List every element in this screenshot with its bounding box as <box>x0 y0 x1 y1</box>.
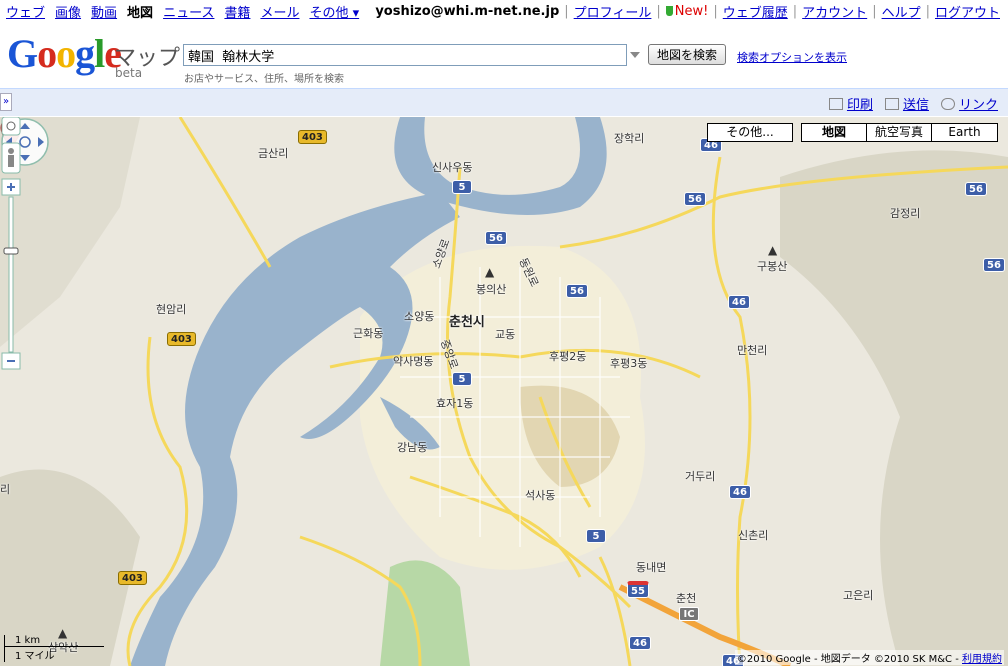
place-label: 후평2동 <box>549 350 587 363</box>
interchange-shield: IC <box>679 607 699 621</box>
place-label: 효자1동 <box>436 397 474 410</box>
route-shield: 5 <box>452 372 472 386</box>
nav-link-maps[interactable]: 地図 <box>127 2 153 21</box>
place-label: 구봉산 <box>757 260 788 273</box>
account-links: yoshizo@whi.m-net.ne.jp | プロフィール | New! … <box>375 2 1000 21</box>
route-shield: 56 <box>983 258 1005 272</box>
nav-link-news[interactable]: ニュース <box>163 2 214 21</box>
nav-link-web[interactable]: ウェブ <box>6 2 45 21</box>
send-button[interactable]: 送信 <box>884 94 929 113</box>
route-shield: 46 <box>728 295 750 309</box>
print-button[interactable]: 印刷 <box>828 94 873 113</box>
top-navigation: ウェブ 画像 動画 地図 ニュース 書籍 メール その他 ▾ yoshizo@w… <box>0 0 1008 22</box>
maps-header: Google マップ beta 地図を検索 検索オプションを表示 お店やサービス… <box>0 22 1008 88</box>
route-shield: 403 <box>167 332 196 346</box>
printer-icon <box>828 98 843 110</box>
route-shield: 5 <box>586 529 606 543</box>
search-hint: お店やサービス、住所、場所を検索 <box>184 74 344 85</box>
nav-link-books[interactable]: 書籍 <box>224 2 250 21</box>
profile-link[interactable]: プロフィール <box>574 2 652 21</box>
labs-flask-icon <box>665 6 673 16</box>
user-email: yoshizo@whi.m-net.ne.jp <box>375 4 560 19</box>
place-label: 소양동 <box>404 310 435 323</box>
route-shield: 5 <box>452 180 472 194</box>
route-shield: 403 <box>118 571 147 585</box>
place-label: 동내면 <box>636 561 667 574</box>
place-label: 약사명동 <box>393 355 434 368</box>
search-maps-button[interactable]: 地図を検索 <box>648 44 726 65</box>
place-label: 근화동 <box>353 327 384 340</box>
mountain-icon: ▲ <box>485 265 495 279</box>
place-label: 거두리 <box>685 470 716 483</box>
envelope-icon <box>884 98 899 110</box>
city-label: 춘천시 <box>449 315 485 330</box>
route-shield: 46 <box>629 636 651 650</box>
route-shield: 46 <box>729 485 751 499</box>
place-label: 교동 <box>495 328 516 341</box>
zoom-slider-handle <box>3 247 19 255</box>
product-links: ウェブ 画像 動画 地図 ニュース 書籍 メール その他 ▾ <box>6 2 359 21</box>
map-canvas[interactable]: 금산리 신사우동 장학리 감정리 구봉산 봉의산 현암리 소양동 춘천시 근화동… <box>0 117 1008 666</box>
place-label: 강남동 <box>397 441 428 454</box>
place-label: 리 <box>0 483 11 496</box>
google-logo[interactable]: Google <box>7 34 122 74</box>
labs-new-link[interactable]: New! <box>665 4 708 19</box>
place-label: 춘천 <box>676 592 697 605</box>
place-label: 신사우동 <box>432 161 473 174</box>
pegman-icon <box>8 148 14 154</box>
search-input[interactable] <box>183 44 627 66</box>
copyright: ©2010 Google - 地図データ ©2010 SK M&C - 利用規約 <box>734 650 1004 665</box>
expand-panel-button[interactable]: » <box>0 93 12 111</box>
place-label: 봉의산 <box>476 283 507 296</box>
help-link[interactable]: ヘルプ <box>882 2 921 21</box>
route-shield: 56 <box>485 231 507 245</box>
beta-label: beta <box>115 66 143 80</box>
account-link[interactable]: アカウント <box>802 2 867 21</box>
map-toolbar: » 印刷 送信 リンク <box>0 88 1008 116</box>
place-label: 현암리 <box>156 303 187 316</box>
mountain-icon: ▲ <box>768 243 778 257</box>
place-label: 만천리 <box>737 344 768 357</box>
chain-link-icon <box>940 98 955 110</box>
route-shield: 56 <box>965 182 987 196</box>
zoom-control[interactable] <box>0 117 22 377</box>
place-label: 금산리 <box>258 147 289 160</box>
search-history-dropdown-icon[interactable] <box>627 44 643 66</box>
map-type-map-button[interactable]: 地図 <box>801 123 867 142</box>
more-layers-button[interactable]: その他... <box>707 123 793 142</box>
nav-link-video[interactable]: 動画 <box>91 2 117 21</box>
place-label: 후평3동 <box>610 357 648 370</box>
web-history-link[interactable]: ウェブ履歴 <box>723 2 788 21</box>
scale-bar: 1 km 1 マイル <box>4 635 104 662</box>
nav-link-images[interactable]: 画像 <box>55 2 81 21</box>
map-type-satellite-button[interactable]: 航空写真 <box>866 123 932 142</box>
route-shield: 403 <box>298 130 327 144</box>
place-label: 신촌리 <box>738 529 769 542</box>
search-options-link[interactable]: 検索オプションを表示 <box>737 49 847 65</box>
map-tools: 印刷 送信 リンク <box>828 94 998 113</box>
expressway-shield: 55 <box>627 581 649 598</box>
place-label: 석사동 <box>525 489 556 502</box>
place-label: 장학리 <box>614 132 645 145</box>
place-label: 고은리 <box>843 589 874 602</box>
nav-link-mail[interactable]: メール <box>260 2 299 21</box>
logout-link[interactable]: ログアウト <box>935 2 1000 21</box>
map-tiles <box>0 117 1008 666</box>
route-shield: 56 <box>684 192 706 206</box>
terms-link[interactable]: 利用規約 <box>962 654 1002 665</box>
place-label: 감정리 <box>890 207 921 220</box>
nav-link-more[interactable]: その他 ▾ <box>309 2 359 21</box>
link-button[interactable]: リンク <box>940 94 998 113</box>
route-shield: 56 <box>566 284 588 298</box>
map-type-earth-button[interactable]: Earth <box>931 123 998 142</box>
